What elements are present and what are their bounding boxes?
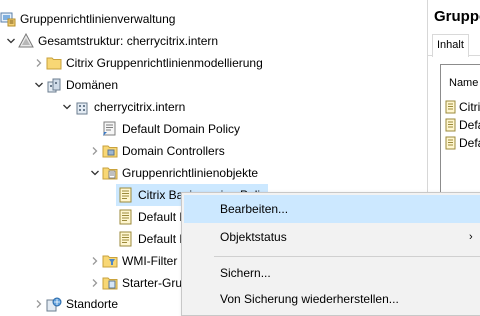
tree-node-forest[interactable]: Gesamtstruktur: cherrycitrix.intern [4,30,218,52]
starter-gpo-folder-icon [102,275,118,291]
menu-item-object-status-label: Objektstatus [220,230,287,244]
list-item-label: Default Domain Policy [459,136,480,150]
tree-node-domain-controllers[interactable]: Domain Controllers [88,140,225,162]
domains-icon [46,77,62,93]
tree-label-domain: cherrycitrix.intern [94,100,186,114]
tree-label-default-domain-policy: Default Domain Policy [122,122,241,136]
tree-label-root: Gruppenrichtlinienverwaltung [20,12,176,26]
tree-label-domain-controllers: Domain Controllers [122,144,225,158]
gpo-link-icon [102,121,118,137]
list-item[interactable]: Default Domain Policy [445,135,480,151]
tree-label-sites: Standorte [66,297,119,311]
chevron-right-icon[interactable] [88,272,102,294]
menu-item-object-status[interactable]: Objektstatus › [184,223,480,251]
chevron-right-icon[interactable] [32,52,46,74]
menu-item-backup[interactable]: Sichern... [184,259,480,287]
chevron-down-icon[interactable] [32,74,46,96]
tree-label-citrix-modeling: Citrix Gruppenrichtlinienmodellierung [66,56,263,70]
list-item[interactable]: Default Domain Controllers Policy [445,117,480,133]
list-item[interactable]: Citrix Basisversion Policy [445,99,480,115]
details-pane-title: Gruppenrichtlinienobjekte [434,8,480,25]
gpo-icon [445,118,457,132]
tree-node-citrix-modeling[interactable]: Citrix Gruppenrichtlinienmodellierung [32,52,263,74]
gpo-icon [118,187,134,203]
tab-contents[interactable]: Inhalt [432,34,469,57]
menu-separator [214,256,480,257]
tree-node-gpo-container[interactable]: Gruppenrichtlinienobjekte [88,162,258,184]
forest-icon [18,33,34,49]
context-menu: Bearbeiten... Objektstatus › Sichern... … [181,192,480,316]
tree-node-domains[interactable]: Domänen [32,74,118,96]
chevron-down-icon[interactable] [60,96,74,118]
gpo-icon [445,136,457,150]
chevron-down-icon[interactable] [4,30,18,52]
ou-folder-icon [102,143,118,159]
column-header-name[interactable]: Name [449,77,478,89]
tree-label-gpo-container: Gruppenrichtlinienobjekte [122,166,259,180]
menu-item-restore-label: Von Sicherung wiederherstellen... [220,292,399,306]
gpo-icon [118,231,134,247]
tree-node-domain[interactable]: cherrycitrix.intern [60,96,185,118]
tree-node-sites[interactable]: Standorte [32,293,118,315]
chevron-right-icon[interactable] [88,250,102,272]
gpo-icon [445,100,457,114]
folder-icon [46,55,62,71]
sites-icon [46,296,62,312]
gpo-icon [118,209,134,225]
menu-item-restore[interactable]: Von Sicherung wiederherstellen... [184,285,480,313]
chevron-right-icon[interactable] [88,140,102,162]
tree-node-default-domain-policy-link[interactable]: Default Domain Policy [102,118,240,140]
gpmc-console-icon [0,11,16,27]
chevron-right-icon[interactable] [32,293,46,315]
tree-label-domains: Domänen [66,78,119,92]
gpo-folder-icon [102,165,118,181]
menu-item-edit[interactable]: Bearbeiten... [184,195,480,223]
list-item-label: Default Domain Controllers Policy [459,118,480,132]
wmi-folder-icon [102,253,118,269]
chevron-down-icon[interactable] [88,162,102,184]
tree-node-wmi-filter[interactable]: WMI-Filter [88,250,177,272]
domain-icon [74,99,90,115]
tree-label-forest: Gesamtstruktur: cherrycitrix.intern [38,34,219,48]
menu-item-edit-label: Bearbeiten... [220,202,289,216]
menu-item-backup-label: Sichern... [220,266,271,280]
tree-label-wmi-filter: WMI-Filter [122,254,178,268]
tree-node-root[interactable]: Gruppenrichtlinienverwaltung [0,8,175,30]
details-tab-strip: Inhalt [428,34,480,57]
list-item-label: Citrix Basisversion Policy [459,100,480,114]
submenu-arrow-icon: › [469,231,473,243]
